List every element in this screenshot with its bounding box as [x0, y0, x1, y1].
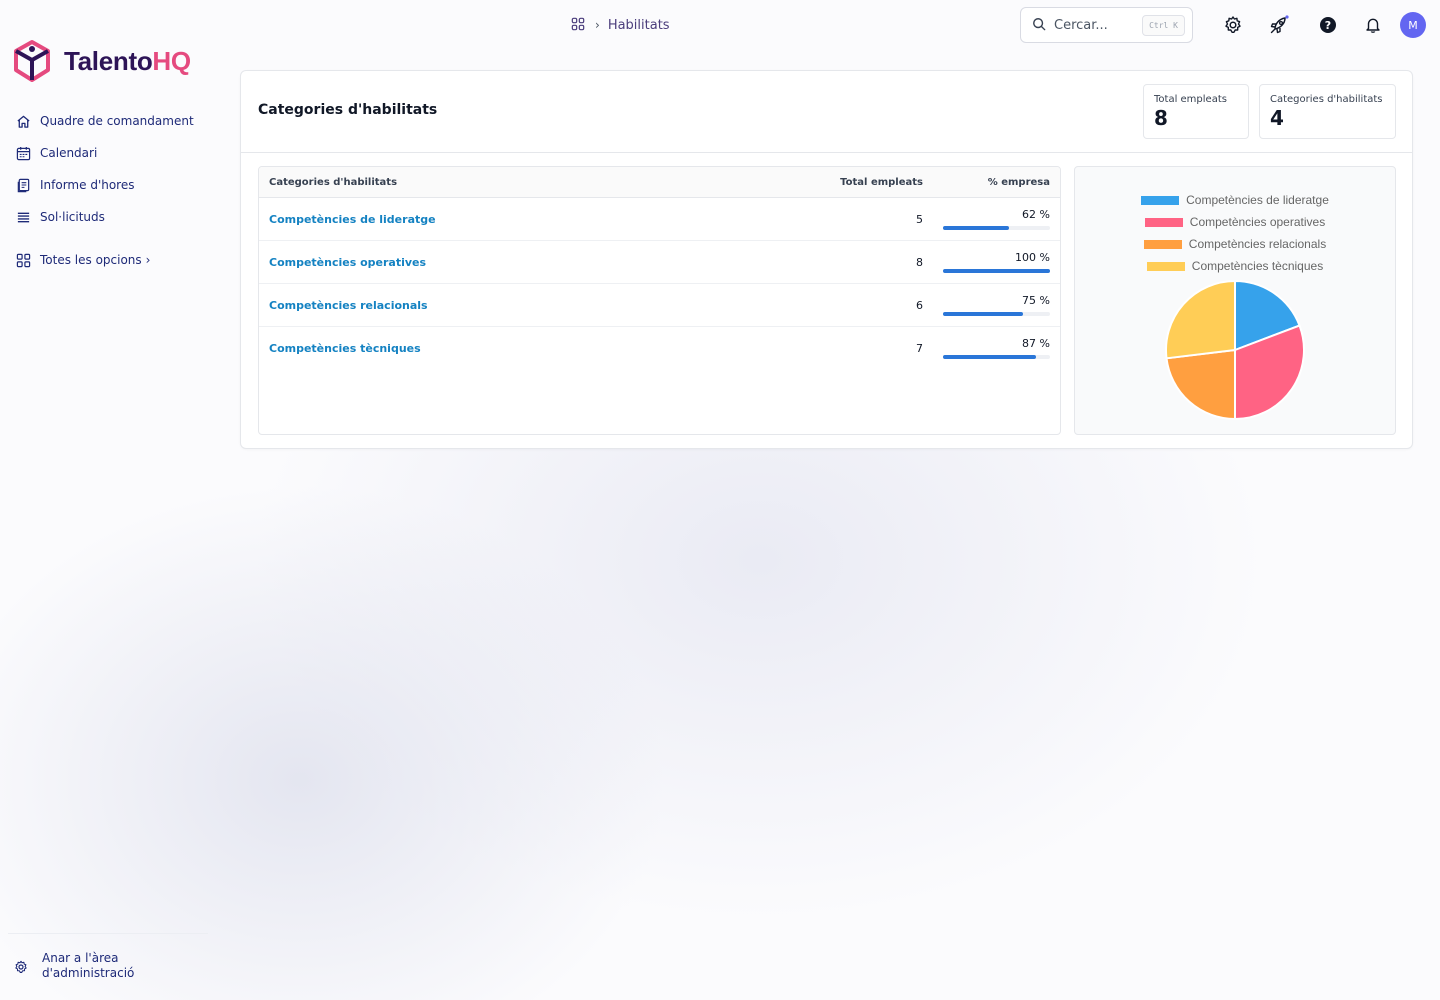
breadcrumb-current[interactable]: Habilitats [608, 18, 670, 33]
legend-swatch [1141, 195, 1180, 205]
sidebar-item-label: Sol·licituds [40, 210, 105, 224]
employee-count: 5 [916, 213, 923, 226]
legend-label: Competències tècniques [1191, 259, 1324, 273]
pie-slice[interactable] [1165, 280, 1236, 360]
column-header-percent[interactable]: % empresa [988, 177, 1050, 188]
legend-swatch [1146, 261, 1185, 271]
percent-bar [943, 269, 1050, 273]
legend-item[interactable]: Competències operatives [1075, 211, 1395, 233]
stat-label: Total empleats [1154, 94, 1227, 105]
chart-legend: Competències de lideratge Competències op… [1075, 189, 1395, 277]
brand-name: TalentoHQ [64, 45, 191, 76]
brand-logo[interactable]: TalentoHQ [12, 39, 191, 83]
admin-area-link[interactable]: Anar a l'àrea d'administració [14, 951, 162, 981]
legend-label: Competències operatives [1189, 215, 1326, 229]
category-link[interactable]: Competències tècniques [269, 342, 421, 355]
home-icon [15, 113, 31, 129]
stat-value: 4 [1270, 106, 1284, 130]
calendar-icon [15, 145, 31, 161]
table-row: Competències relacionals 6 75 % [259, 284, 1060, 327]
percent-bar-fill [943, 312, 1024, 316]
stat-value: 8 [1154, 106, 1168, 130]
search-icon [1032, 16, 1046, 35]
percent-bar-fill [943, 269, 1050, 273]
breadcrumb: › Habilitats [571, 16, 670, 34]
percent-bar [943, 312, 1050, 316]
sidebar: TalentoHQ Quadre de comandament Calendar… [0, 0, 220, 1000]
legend-item[interactable]: Competències tècniques [1075, 255, 1395, 277]
admin-area-label: Anar a l'àrea d'administració [42, 951, 135, 980]
chevron-right-icon: › [595, 18, 600, 32]
svg-text:?: ? [1325, 19, 1331, 32]
sidebar-item-label: Informe d'hores [40, 178, 135, 192]
sidebar-item-all-options[interactable]: Totes les opcions › [15, 249, 215, 271]
grid-icon [15, 252, 31, 268]
percent-label: 100 % [1015, 251, 1050, 264]
legend-swatch [1144, 217, 1183, 227]
percent-label: 62 % [1022, 208, 1050, 221]
list-icon [15, 209, 31, 225]
skills-table: Categories d'habilitats Total empleats %… [258, 166, 1061, 435]
percent-label: 87 % [1022, 337, 1050, 350]
column-header-total[interactable]: Total empleats [840, 177, 923, 188]
pie-slice[interactable] [1165, 348, 1236, 420]
skills-card: Categories d'habilitats Total empleats 8… [240, 70, 1413, 449]
sidebar-nav: Quadre de comandament Calendari Informe … [15, 110, 215, 281]
percent-bar-fill [943, 226, 1010, 230]
table-row: Competències tècniques 7 87 % [259, 327, 1060, 370]
sidebar-item-label: Totes les opcions [40, 253, 142, 267]
sidebar-item-dashboard[interactable]: Quadre de comandament [15, 110, 215, 132]
help-icon[interactable]: ? [1317, 14, 1339, 36]
settings-gear-icon[interactable] [1222, 14, 1244, 36]
table-row: Competències de lideratge 5 62 % [259, 198, 1060, 241]
legend-label: Competències relacionals [1188, 237, 1327, 251]
percent-label: 75 % [1022, 294, 1050, 307]
sidebar-item-label: Calendari [40, 146, 98, 160]
bell-icon[interactable] [1362, 14, 1384, 36]
employee-count: 8 [916, 256, 923, 269]
category-link[interactable]: Competències relacionals [269, 299, 428, 312]
percent-bar [943, 226, 1050, 230]
legend-swatch [1143, 239, 1182, 249]
gear-icon [14, 959, 28, 973]
search-placeholder: Cercar... [1054, 17, 1108, 33]
employee-count: 7 [916, 342, 923, 355]
legend-item[interactable]: Competències de lideratge [1075, 189, 1395, 211]
sidebar-item-calendar[interactable]: Calendari [15, 142, 215, 164]
keyboard-shortcut-badge: Ctrl K [1142, 15, 1185, 36]
employee-count: 6 [916, 299, 923, 312]
category-link[interactable]: Competències operatives [269, 256, 426, 269]
stat-skill-categories: Categories d'habilitats 4 [1259, 84, 1396, 139]
sidebar-item-requests[interactable]: Sol·licituds [15, 206, 215, 228]
sidebar-divider [8, 933, 208, 934]
search-input[interactable]: Cercar... Ctrl K [1020, 7, 1193, 43]
report-icon [15, 177, 31, 193]
logo-cube-icon [14, 40, 50, 82]
apps-grid-icon[interactable] [571, 16, 585, 35]
legend-label: Competències de lideratge [1186, 193, 1329, 207]
sidebar-item-label: Quadre de comandament [40, 114, 194, 128]
table-header: Categories d'habilitats Total empleats %… [259, 167, 1060, 198]
card-divider [241, 152, 1412, 153]
avatar[interactable]: M [1400, 12, 1426, 38]
sidebar-item-hours-report[interactable]: Informe d'hores [15, 174, 215, 196]
table-row: Competències operatives 8 100 % [259, 241, 1060, 284]
page-title: Categories d'habilitats [258, 102, 438, 118]
pie-chart-panel: Competències de lideratge Competències op… [1074, 166, 1396, 435]
column-header-category[interactable]: Categories d'habilitats [269, 177, 397, 188]
percent-bar-fill [943, 355, 1037, 359]
percent-bar [943, 355, 1050, 359]
stat-label: Categories d'habilitats [1270, 94, 1383, 105]
pie-chart [1165, 280, 1305, 420]
stat-total-employees: Total empleats 8 [1143, 84, 1249, 139]
category-link[interactable]: Competències de lideratge [269, 213, 436, 226]
legend-item[interactable]: Competències relacionals [1075, 233, 1395, 255]
chevron-right-icon: › [145, 253, 151, 267]
rocket-icon[interactable] [1268, 14, 1290, 36]
